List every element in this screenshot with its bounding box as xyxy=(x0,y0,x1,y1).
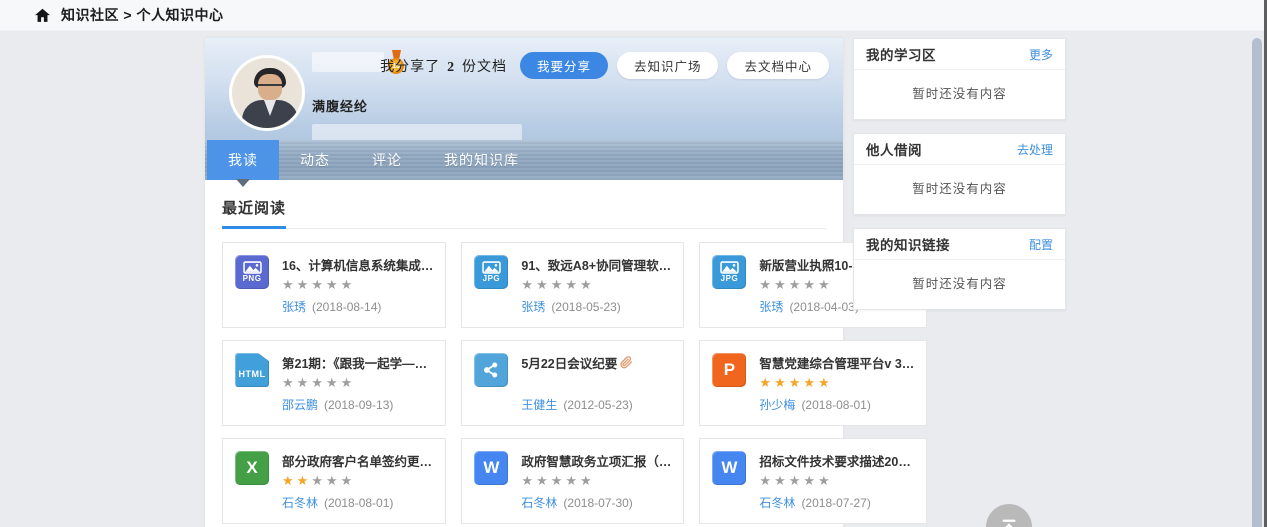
share-count: 2 xyxy=(445,60,457,75)
panel-empty-text: 暂时还没有内容 xyxy=(854,260,1065,309)
xls-file-icon: X xyxy=(235,451,269,485)
document-card[interactable]: 5月22日会议纪要 王健生 (2012-05-23) xyxy=(461,340,684,426)
share-summary: 我分享了 2 份文档 xyxy=(380,56,507,76)
breadcrumb: 知识社区 > 个人知识中心 xyxy=(61,5,223,25)
document-card[interactable]: W 政府智慧政务立项汇报（… ★★★★★ 石冬林 (2018-07-30) xyxy=(461,438,684,524)
tab-3[interactable]: 我的知识库 xyxy=(423,140,540,180)
document-card[interactable]: HTML 第21期：《跟我一起学—… ★★★★★ 邵云鹏 (2018-09-13) xyxy=(222,340,446,426)
breadcrumb-bar: 知识社区 > 个人知识中心 xyxy=(0,0,1264,31)
author-link[interactable]: 孙少梅 xyxy=(759,398,795,412)
home-icon[interactable] xyxy=(34,7,51,24)
recent-reading-grid: PNG 16、计算机信息系统集成… ★★★★★ 张琇 (2018-08-14) J… xyxy=(222,242,826,524)
tab-content: 最近阅读 PNG 16、计算机信息系统集成… ★★★★★ 张琇 (2018-08-… xyxy=(205,180,843,527)
share-now-button[interactable]: 我要分享 xyxy=(520,52,608,79)
rating-stars: ★★★★★ xyxy=(759,376,914,389)
panel-empty-text: 暂时还没有内容 xyxy=(854,70,1065,119)
author-link[interactable]: 张琇 xyxy=(521,300,545,314)
document-title: 智慧党建综合管理平台v 3… xyxy=(759,353,914,372)
panel-title: 他人借阅 xyxy=(866,139,922,159)
sidebar-panel-1: 他人借阅 去处理 暂时还没有内容 xyxy=(853,133,1066,215)
rating-stars: ★★★★★ xyxy=(282,474,433,487)
document-date: (2018-07-30) xyxy=(563,496,632,510)
panel-title: 我的学习区 xyxy=(866,44,936,64)
scrollbar-thumb[interactable] xyxy=(1252,38,1262,527)
doc-file-icon: W xyxy=(474,451,508,485)
tab-bar: 我读动态评论我的知识库 xyxy=(205,140,843,180)
go-document-center-button[interactable]: 去文档中心 xyxy=(727,52,829,79)
document-date: (2018-07-27) xyxy=(801,496,870,510)
author-link[interactable]: 邵云鹏 xyxy=(282,398,318,412)
user-title: 满腹经纶 xyxy=(312,96,522,115)
section-title-recent-reading[interactable]: 最近阅读 xyxy=(222,197,286,229)
author-link[interactable]: 石冬林 xyxy=(759,496,795,510)
panel-empty-text: 暂时还没有内容 xyxy=(854,165,1065,214)
avatar[interactable] xyxy=(229,55,305,131)
go-knowledge-plaza-button[interactable]: 去知识广场 xyxy=(617,52,719,79)
tab-2[interactable]: 评论 xyxy=(351,140,423,180)
rating-stars: ★★★★★ xyxy=(282,376,433,389)
avatar-glasses xyxy=(258,84,282,89)
html-file-icon: HTML xyxy=(235,353,269,387)
document-date: (2012-05-23) xyxy=(563,398,632,412)
rating-stars: ★★★★★ xyxy=(521,474,671,487)
panel-action-link[interactable]: 去处理 xyxy=(1017,141,1053,158)
jpg-file-icon: JPG xyxy=(474,255,508,289)
sidebar-panel-2: 我的知识链接 配置 暂时还没有内容 xyxy=(853,228,1066,310)
document-title: 政府智慧政务立项汇报（… xyxy=(521,451,671,470)
tab-1[interactable]: 动态 xyxy=(279,140,351,180)
panel-title: 我的知识链接 xyxy=(866,234,950,254)
author-link[interactable]: 石冬林 xyxy=(282,496,318,510)
document-title: 部分政府客户名单签约更… xyxy=(282,451,432,470)
document-title: 16、计算机信息系统集成… xyxy=(282,255,433,274)
rating-stars: ★★★★★ xyxy=(759,474,914,487)
author-link[interactable]: 张琇 xyxy=(282,300,306,314)
banner-actions: 我分享了 2 份文档 我要分享 去知识广场 去文档中心 xyxy=(380,52,829,79)
share-file-icon xyxy=(474,353,508,387)
png-file-icon: PNG xyxy=(235,255,269,289)
document-date: (2018-04-03) xyxy=(789,300,858,314)
document-date: (2018-08-01) xyxy=(801,398,870,412)
document-date: (2018-08-14) xyxy=(312,300,381,314)
document-card[interactable]: PNG 16、计算机信息系统集成… ★★★★★ 张琇 (2018-08-14) xyxy=(222,242,446,328)
document-title: 91、致远A8+协同管理软… xyxy=(521,255,671,274)
doc-file-icon: W xyxy=(712,451,746,485)
jpg-file-icon: JPG xyxy=(712,255,746,289)
sidebar-panel-0: 我的学习区 更多 暂时还没有内容 xyxy=(853,38,1066,120)
main-panel: 10 满腹经纶 我分享了 2 份文档 我要分享 去知识广场 去文档中心 我读动态… xyxy=(205,38,843,527)
document-card[interactable]: P 智慧党建综合管理平台v 3… ★★★★★ 孙少梅 (2018-08-01) xyxy=(699,340,927,426)
attachment-icon xyxy=(620,356,633,369)
author-link[interactable]: 张琇 xyxy=(759,300,783,314)
author-link[interactable]: 石冬林 xyxy=(521,496,557,510)
document-title: 第21期：《跟我一起学—… xyxy=(282,353,427,372)
document-date: (2018-05-23) xyxy=(551,300,620,314)
redacted-username xyxy=(312,52,384,72)
tab-0[interactable]: 我读 xyxy=(207,140,279,180)
author-link[interactable]: 王健生 xyxy=(521,398,557,412)
document-title: 5月22日会议纪要 xyxy=(521,353,617,372)
document-title: 招标文件技术要求描述20… xyxy=(759,451,910,470)
document-card[interactable]: X 部分政府客户名单签约更… ★★★★★ 石冬林 (2018-08-01) xyxy=(222,438,446,524)
document-date: (2018-08-01) xyxy=(324,496,393,510)
arrow-up-icon xyxy=(998,516,1020,527)
back-to-top-button[interactable] xyxy=(986,504,1032,527)
document-card[interactable]: W 招标文件技术要求描述20… ★★★★★ 石冬林 (2018-07-27) xyxy=(699,438,927,524)
ppt-file-icon: P xyxy=(712,353,746,387)
rating-stars: ★★★★★ xyxy=(521,278,671,291)
document-card[interactable]: JPG 91、致远A8+协同管理软… ★★★★★ 张琇 (2018-05-23) xyxy=(461,242,684,328)
panel-action-link[interactable]: 配置 xyxy=(1029,236,1053,253)
section-divider xyxy=(222,228,826,229)
document-date: (2018-09-13) xyxy=(324,398,393,412)
sidebar: 我的学习区 更多 暂时还没有内容 他人借阅 去处理 暂时还没有内容 我的知识链接… xyxy=(853,38,1066,323)
rating-stars: ★★★★★ xyxy=(282,278,433,291)
profile-banner: 10 满腹经纶 我分享了 2 份文档 我要分享 去知识广场 去文档中心 我读动态… xyxy=(205,38,843,180)
panel-action-link[interactable]: 更多 xyxy=(1029,46,1053,63)
